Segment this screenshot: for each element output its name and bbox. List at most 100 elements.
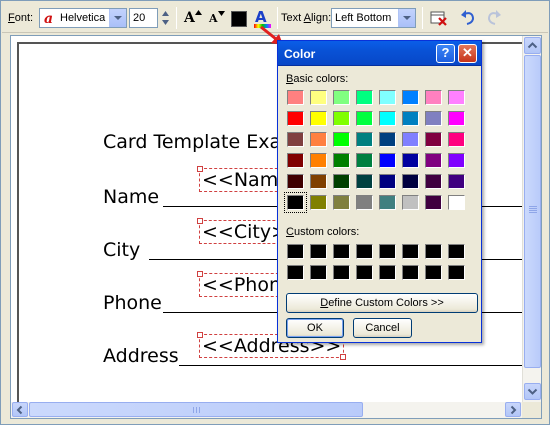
basic-color-swatch[interactable] <box>333 195 350 210</box>
undo-button[interactable] <box>457 8 479 28</box>
increase-font-icon: A <box>184 10 195 26</box>
basic-color-swatch[interactable] <box>425 90 442 105</box>
decrease-font-button[interactable]: A <box>205 8 227 28</box>
basic-color-swatch[interactable] <box>425 153 442 168</box>
custom-color-swatch[interactable] <box>287 265 304 280</box>
custom-color-swatch[interactable] <box>333 265 350 280</box>
basic-color-swatch[interactable] <box>402 90 419 105</box>
custom-color-swatch[interactable] <box>356 265 373 280</box>
cancel-button[interactable]: Cancel <box>353 318 412 338</box>
address-label[interactable]: Address <box>103 345 179 367</box>
name-label[interactable]: Name <box>103 186 159 208</box>
chevron-down-icon[interactable] <box>109 9 126 27</box>
city-label[interactable]: City <box>103 239 140 261</box>
basic-color-swatch[interactable] <box>287 174 304 189</box>
define-custom-colors-button[interactable]: Define Custom Colors >> <box>286 293 478 313</box>
basic-color-swatch[interactable] <box>287 132 304 147</box>
redo-button[interactable] <box>483 8 505 28</box>
custom-color-swatch[interactable] <box>356 244 373 259</box>
basic-color-swatch[interactable] <box>448 195 465 210</box>
scroll-left-button[interactable] <box>12 402 28 417</box>
basic-color-swatch[interactable] <box>356 90 373 105</box>
scrollbar-corner <box>522 402 541 418</box>
basic-color-swatch[interactable] <box>448 90 465 105</box>
basic-color-swatch[interactable] <box>310 132 327 147</box>
basic-color-swatch[interactable] <box>379 90 396 105</box>
basic-color-swatch[interactable] <box>356 195 373 210</box>
basic-color-swatch[interactable] <box>379 111 396 126</box>
basic-color-swatch[interactable] <box>379 174 396 189</box>
phone-field-placeholder[interactable]: <<Phon <box>196 271 287 299</box>
basic-color-swatch[interactable] <box>379 132 396 147</box>
basic-color-swatch[interactable] <box>402 174 419 189</box>
basic-color-swatch[interactable] <box>356 111 373 126</box>
delete-field-button[interactable] <box>428 8 450 28</box>
basic-color-swatch[interactable] <box>333 174 350 189</box>
custom-color-swatch[interactable] <box>448 265 465 280</box>
font-size-input[interactable]: 20 <box>129 8 158 28</box>
custom-color-swatch[interactable] <box>287 244 304 259</box>
chevron-down-icon[interactable] <box>398 9 415 27</box>
basic-color-swatch[interactable] <box>333 132 350 147</box>
scroll-right-button[interactable] <box>505 402 521 417</box>
basic-color-swatch[interactable] <box>425 132 442 147</box>
ok-button[interactable]: OK <box>286 318 344 338</box>
chevron-up-icon <box>527 42 538 49</box>
custom-color-swatch[interactable] <box>379 265 396 280</box>
basic-color-swatch[interactable] <box>425 195 442 210</box>
custom-color-swatch[interactable] <box>425 265 442 280</box>
basic-color-swatch[interactable] <box>287 90 304 105</box>
basic-color-swatch[interactable] <box>379 195 396 210</box>
basic-color-swatch[interactable] <box>356 153 373 168</box>
custom-color-swatch[interactable] <box>425 244 442 259</box>
custom-color-swatch[interactable] <box>402 265 419 280</box>
basic-color-swatch[interactable] <box>310 195 327 210</box>
basic-color-swatch[interactable] <box>402 111 419 126</box>
vertical-scrollbar[interactable] <box>522 36 541 402</box>
address-underline <box>179 365 522 366</box>
basic-color-swatch[interactable] <box>356 132 373 147</box>
custom-color-swatch[interactable] <box>379 244 396 259</box>
close-button[interactable]: ✕ <box>458 44 477 63</box>
help-button[interactable]: ? <box>436 44 455 63</box>
horizontal-scrollbar[interactable] <box>11 402 522 418</box>
basic-color-swatch[interactable] <box>448 153 465 168</box>
custom-color-swatch[interactable] <box>310 244 327 259</box>
basic-color-swatch[interactable] <box>448 111 465 126</box>
basic-color-swatch[interactable] <box>310 153 327 168</box>
custom-color-swatch[interactable] <box>333 244 350 259</box>
basic-color-swatch[interactable] <box>402 153 419 168</box>
font-family-select[interactable]: a Helvetica <box>39 8 127 28</box>
phone-label[interactable]: Phone <box>103 292 162 314</box>
basic-color-swatch[interactable] <box>310 111 327 126</box>
custom-color-swatch[interactable] <box>310 265 327 280</box>
basic-color-swatch[interactable] <box>425 174 442 189</box>
basic-color-swatch[interactable] <box>310 174 327 189</box>
basic-color-swatch[interactable] <box>287 153 304 168</box>
basic-color-swatch[interactable] <box>379 153 396 168</box>
horizontal-scroll-thumb[interactable] <box>29 402 363 417</box>
text-align-select[interactable]: Left Bottom <box>331 8 416 28</box>
increase-font-button[interactable]: A <box>181 8 203 28</box>
basic-color-swatch[interactable] <box>333 111 350 126</box>
basic-color-swatch[interactable] <box>310 90 327 105</box>
custom-color-swatch[interactable] <box>448 244 465 259</box>
card-title-text[interactable]: Card Template Exa <box>103 131 281 153</box>
scroll-up-button[interactable] <box>524 37 541 54</box>
custom-color-swatch[interactable] <box>402 244 419 259</box>
vertical-scroll-thumb[interactable] <box>524 55 541 368</box>
scroll-down-button[interactable] <box>524 383 541 400</box>
basic-color-swatch[interactable] <box>356 174 373 189</box>
dialog-titlebar[interactable]: Color ? ✕ <box>278 41 481 66</box>
basic-color-swatch[interactable] <box>284 192 307 213</box>
basic-color-swatch[interactable] <box>448 174 465 189</box>
basic-color-swatch[interactable] <box>287 111 304 126</box>
basic-color-swatch[interactable] <box>425 111 442 126</box>
current-color-swatch[interactable] <box>229 8 251 28</box>
basic-color-swatch[interactable] <box>448 132 465 147</box>
font-size-stepper[interactable] <box>159 8 172 28</box>
basic-color-swatch[interactable] <box>333 90 350 105</box>
basic-color-swatch[interactable] <box>402 132 419 147</box>
basic-color-swatch[interactable] <box>333 153 350 168</box>
basic-color-swatch[interactable] <box>402 195 419 210</box>
